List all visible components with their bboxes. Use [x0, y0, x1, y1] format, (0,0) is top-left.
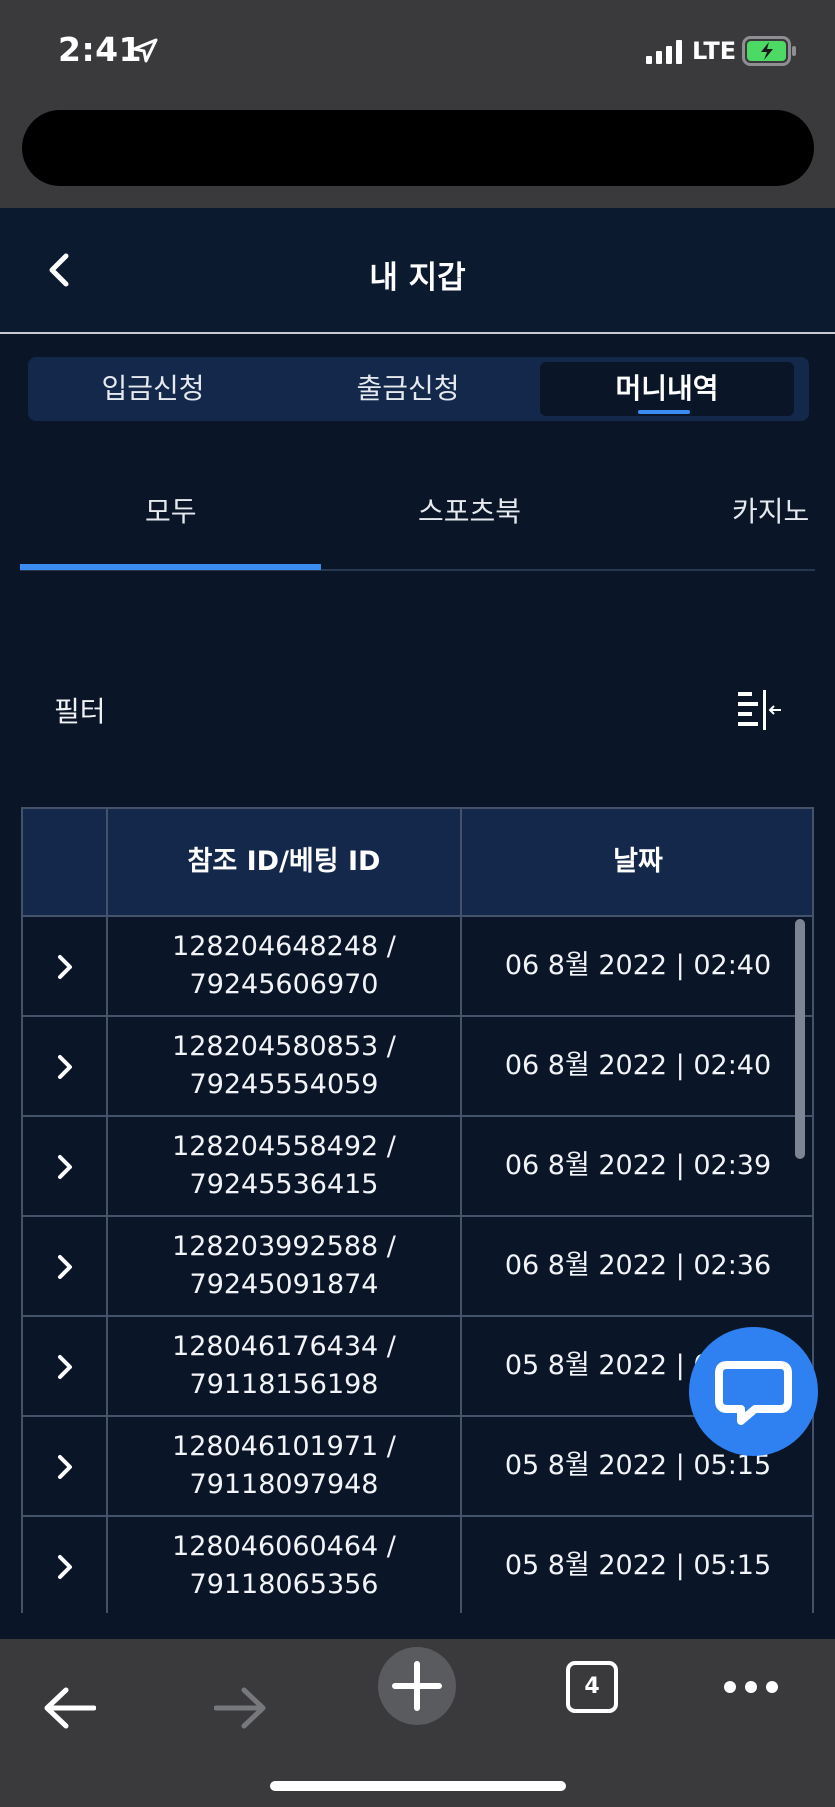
- money-history-table: 참조 ID/베팅 ID 날짜 128204648248 / 7924560697…: [21, 807, 814, 1613]
- chevron-right-icon[interactable]: [55, 1353, 75, 1381]
- signal-strength-icon: [646, 40, 682, 64]
- more-options-icon[interactable]: [722, 1679, 780, 1695]
- date-cell: 06 8월 2022 | 02:39: [504, 1150, 772, 1181]
- ref-id: 128046101971 /: [172, 1431, 396, 1462]
- expand-cell[interactable]: [23, 1417, 108, 1515]
- chevron-right-icon[interactable]: [55, 1553, 75, 1581]
- ref-id-cell: 128046176434 / 79118156198: [108, 1317, 462, 1415]
- column-header-ref-id: 참조 ID/베팅 ID: [108, 809, 462, 915]
- bet-id: 79245606970: [189, 969, 379, 1000]
- bet-id: 79245536415: [189, 1169, 379, 1200]
- filter-label[interactable]: 필터: [54, 690, 106, 730]
- browser-back-icon[interactable]: [42, 1685, 96, 1731]
- battery-charging-icon: [742, 36, 796, 66]
- tab-casino[interactable]: 카지노: [732, 490, 809, 530]
- status-time: 2:41: [58, 30, 143, 69]
- app-header: 내 지갑: [0, 208, 835, 334]
- expand-cell[interactable]: [23, 1517, 108, 1613]
- expand-cell[interactable]: [23, 1117, 108, 1215]
- ref-id: 128046176434 /: [172, 1331, 396, 1362]
- network-label: LTE: [692, 37, 737, 65]
- home-indicator: [270, 1781, 566, 1791]
- active-tab-indicator: [638, 410, 690, 414]
- category-tabs: 모두 스포츠북 카지노: [0, 460, 835, 571]
- chevron-right-icon[interactable]: [55, 1253, 75, 1281]
- chat-bubble-icon: [715, 1361, 792, 1425]
- ref-id: 128046060464 /: [172, 1531, 396, 1562]
- expand-cell[interactable]: [23, 1017, 108, 1115]
- table-row[interactable]: 128204648248 / 79245606970 06 8월 2022 | …: [23, 917, 812, 1017]
- browser-forward-icon[interactable]: [214, 1685, 268, 1731]
- new-tab-button[interactable]: [378, 1647, 456, 1725]
- chevron-right-icon[interactable]: [55, 1453, 75, 1481]
- expand-cell[interactable]: [23, 917, 108, 1015]
- ref-id-cell: 128204558492 / 79245536415: [108, 1117, 462, 1215]
- bet-id: 79118097948: [189, 1469, 379, 1500]
- column-header-expand: [23, 809, 108, 915]
- plus-icon: [392, 1661, 442, 1711]
- date-cell: 06 8월 2022 | 02:40: [504, 1050, 772, 1081]
- table-row[interactable]: 128204558492 / 79245536415 06 8월 2022 | …: [23, 1117, 812, 1217]
- date-cell: 05 8월 2022 | 05:15: [504, 1550, 772, 1581]
- tab-deposit-request[interactable]: 입금신청: [28, 357, 278, 421]
- ref-id: 128203992588 /: [172, 1231, 396, 1262]
- table-row[interactable]: 128204580853 / 79245554059 06 8월 2022 | …: [23, 1017, 812, 1117]
- table-scrollbar[interactable]: [795, 919, 805, 1159]
- ref-id-cell: 128204580853 / 79245554059: [108, 1017, 462, 1115]
- location-arrow-icon: [132, 38, 158, 63]
- column-header-date: 날짜: [613, 846, 663, 877]
- tab-money-history-label: 머니내역: [615, 372, 719, 405]
- wallet-tabs: 입금신청 출금신청 머니내역: [28, 357, 809, 421]
- tab-sportsbook[interactable]: 스포츠북: [418, 490, 521, 530]
- table-row[interactable]: 128046060464 / 79118065356 05 8월 2022 | …: [23, 1517, 812, 1613]
- browser-address-area: [0, 108, 835, 208]
- table-header: 참조 ID/베팅 ID 날짜: [23, 809, 812, 917]
- expand-cell[interactable]: [23, 1317, 108, 1415]
- bet-id: 79118065356: [189, 1569, 379, 1600]
- chevron-right-icon[interactable]: [55, 1053, 75, 1081]
- ref-id-cell: 128046060464 / 79118065356: [108, 1517, 462, 1613]
- ref-id: 128204648248 /: [172, 931, 396, 962]
- tab-all[interactable]: 모두: [145, 490, 197, 530]
- expand-cell[interactable]: [23, 1217, 108, 1315]
- tab-money-history[interactable]: 머니내역: [540, 362, 794, 416]
- active-category-indicator: [20, 564, 321, 570]
- date-cell: 06 8월 2022 | 02:36: [504, 1250, 772, 1281]
- tab-withdraw-request[interactable]: 출금신청: [278, 357, 538, 421]
- chevron-right-icon[interactable]: [55, 1153, 75, 1181]
- date-cell: 06 8월 2022 | 02:40: [504, 950, 772, 981]
- ref-id-cell: 128046101971 / 79118097948: [108, 1417, 462, 1515]
- tab-switcher-button[interactable]: 4: [566, 1661, 618, 1713]
- browser-toolbar: 4: [0, 1639, 835, 1807]
- ref-id-cell: 128204648248 / 79245606970: [108, 917, 462, 1015]
- live-chat-button[interactable]: [689, 1327, 818, 1456]
- page-title: 내 지갑: [369, 260, 466, 296]
- status-bar: 2:41 LTE: [0, 0, 835, 108]
- table-row[interactable]: 128203992588 / 79245091874 06 8월 2022 | …: [23, 1217, 812, 1317]
- ref-id: 128204558492 /: [172, 1131, 396, 1162]
- filter-collapse-icon[interactable]: [736, 690, 782, 730]
- bet-id: 79245091874: [189, 1269, 379, 1300]
- chevron-right-icon[interactable]: [55, 953, 75, 981]
- ref-id-cell: 128203992588 / 79245091874: [108, 1217, 462, 1315]
- ref-id: 128204580853 /: [172, 1031, 396, 1062]
- bet-id: 79245554059: [189, 1069, 379, 1100]
- address-bar[interactable]: [22, 110, 814, 186]
- bet-id: 79118156198: [189, 1369, 379, 1400]
